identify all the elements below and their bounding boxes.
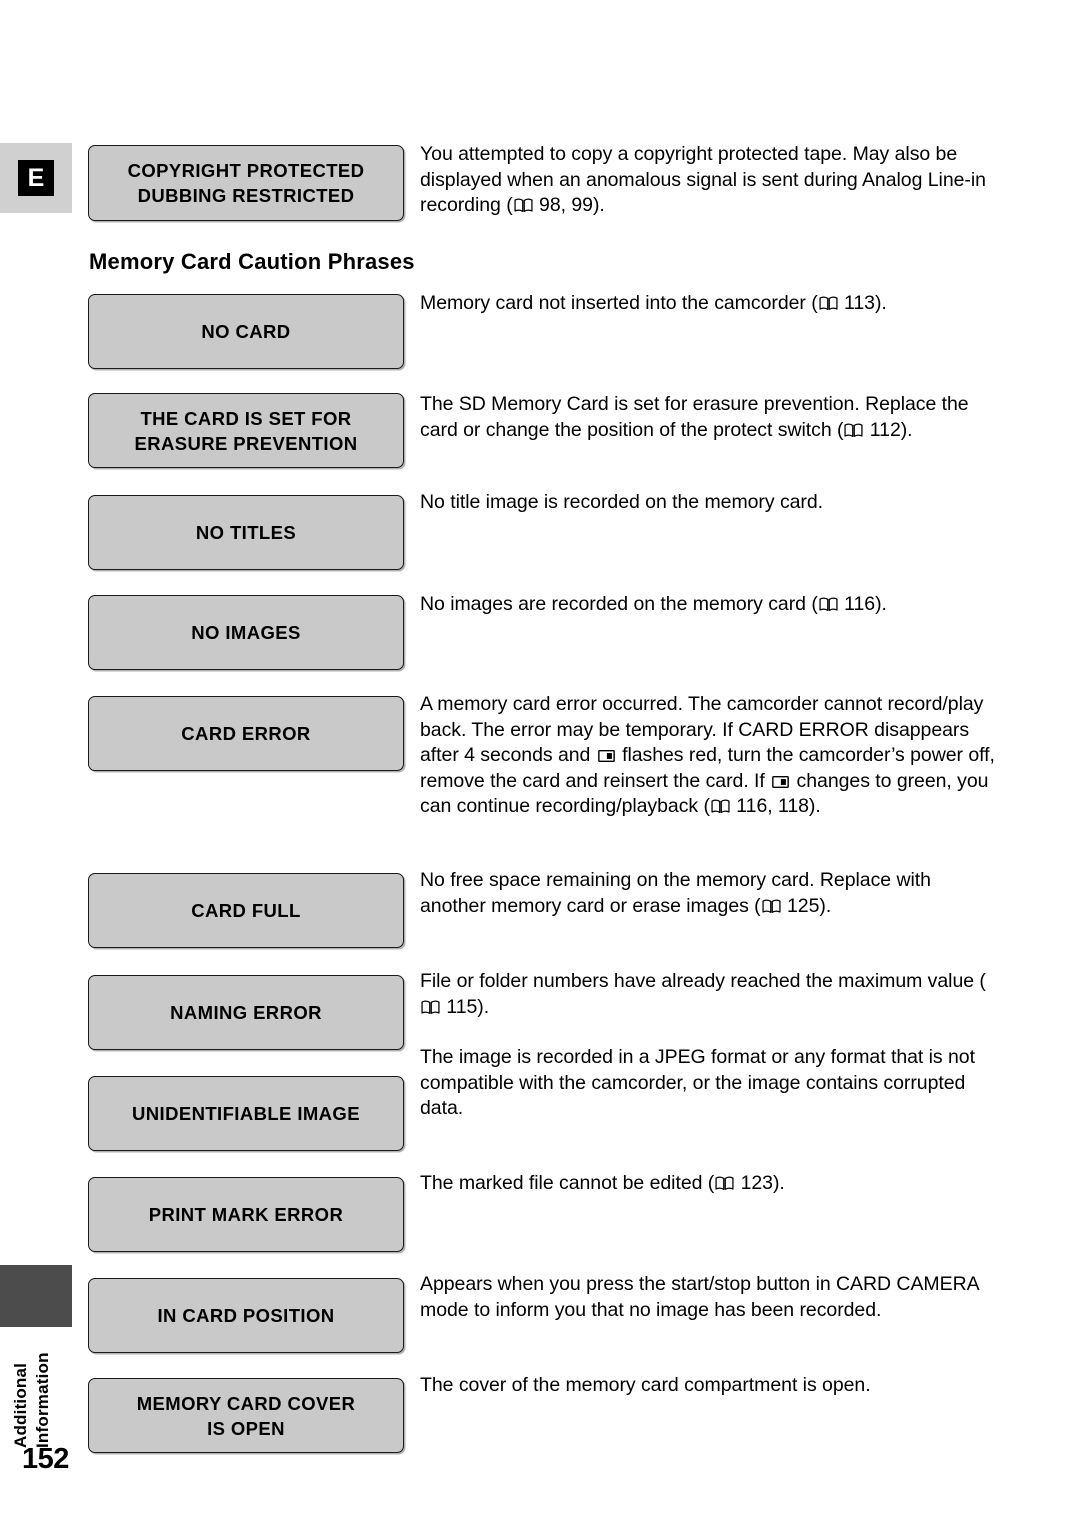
description-no-images: No images are recorded on the memory car… bbox=[420, 593, 887, 615]
phrase-box-label: IN CARD POSITION bbox=[157, 1305, 335, 1326]
phrase-box-label: MEMORY CARD COVER IS OPEN bbox=[136, 1392, 356, 1439]
phrase-box-unidentifiable-image: UNIDENTIFIABLE IMAGE bbox=[88, 1076, 404, 1151]
description-no-card: Memory card not inserted into the camcor… bbox=[420, 292, 887, 314]
phrase-box-label: NO CARD bbox=[201, 321, 291, 342]
card-icon bbox=[597, 749, 615, 763]
phrase-box-no-card: NO CARD bbox=[88, 294, 404, 369]
book-icon bbox=[844, 423, 864, 438]
phrase-box-copyright-protected: COPYRIGHT PROTECTED DUBBING RESTRICTED bbox=[88, 145, 404, 221]
section-side-label-word-1: Additional bbox=[11, 1362, 30, 1448]
phrase-box-label: PRINT MARK ERROR bbox=[148, 1204, 344, 1225]
phrase-box-memory-card-cover-is-open: MEMORY CARD COVER IS OPEN bbox=[88, 1378, 404, 1453]
book-icon bbox=[819, 296, 838, 311]
description-card-full: No free space remaining on the memory ca… bbox=[420, 869, 931, 917]
description-print-mark-error: The marked file cannot be edited ( 123). bbox=[420, 1172, 785, 1194]
book-icon bbox=[514, 198, 533, 213]
phrase-box-print-mark-error: PRINT MARK ERROR bbox=[88, 1177, 404, 1252]
page-number: 152 bbox=[22, 1443, 69, 1475]
section-tab-marker bbox=[0, 1265, 72, 1327]
description-naming-error: File or folder numbers have already reac… bbox=[420, 970, 986, 1018]
phrase-box-label: THE CARD IS SET FOR ERASURE PREVENTION bbox=[134, 407, 358, 454]
book-icon bbox=[711, 799, 730, 814]
page-title: Memory Card Caution Phrases bbox=[89, 249, 415, 274]
description-card-error: A memory card error occurred. The camcor… bbox=[420, 693, 995, 818]
phrase-box-no-titles: NO TITLES bbox=[88, 495, 404, 570]
phrase-box-label: NAMING ERROR bbox=[170, 1002, 322, 1023]
phrase-box-label: CARD FULL bbox=[191, 900, 301, 921]
phrase-box-label: NO IMAGES bbox=[191, 622, 301, 643]
description-memory-card-cover-is-open: The cover of the memory card compartment… bbox=[420, 1374, 871, 1396]
phrase-box-label: NO TITLES bbox=[195, 522, 297, 543]
phrase-box-no-images: NO IMAGES bbox=[88, 595, 404, 670]
book-icon bbox=[421, 1000, 440, 1015]
description-unidentifiable-image: The image is recorded in a JPEG format o… bbox=[420, 1046, 975, 1120]
language-tab: E bbox=[0, 143, 72, 213]
phrase-box-label: UNIDENTIFIABLE IMAGE bbox=[132, 1103, 360, 1124]
description-the-card-is-set-for-erasure-prevention: The SD Memory Card is set for erasure pr… bbox=[420, 393, 969, 441]
book-icon bbox=[819, 597, 838, 612]
phrase-box-card-error: CARD ERROR bbox=[88, 696, 404, 771]
section-side-label: Additional Information bbox=[0, 1330, 72, 1448]
phrase-box-in-card-position: IN CARD POSITION bbox=[88, 1278, 404, 1353]
phrase-box-label: COPYRIGHT PROTECTED DUBBING RESTRICTED bbox=[127, 160, 365, 206]
book-icon bbox=[762, 899, 781, 914]
description-no-titles: No title image is recorded on the memory… bbox=[420, 491, 824, 513]
card-icon bbox=[772, 775, 790, 789]
book-icon bbox=[715, 1176, 734, 1191]
language-badge: E bbox=[18, 160, 54, 196]
phrase-box-card-full: CARD FULL bbox=[88, 873, 404, 948]
phrase-box-label: CARD ERROR bbox=[181, 723, 311, 744]
phrase-box-the-card-is-set-for-erasure-prevention: THE CARD IS SET FOR ERASURE PREVENTION bbox=[88, 393, 404, 468]
section-side-label-word-2: Information bbox=[33, 1352, 52, 1448]
description-in-card-position: Appears when you press the start/stop bu… bbox=[420, 1273, 979, 1321]
description-copyright-protected: You attempted to copy a copyright protec… bbox=[420, 143, 986, 217]
phrase-box-naming-error: NAMING ERROR bbox=[88, 975, 404, 1050]
